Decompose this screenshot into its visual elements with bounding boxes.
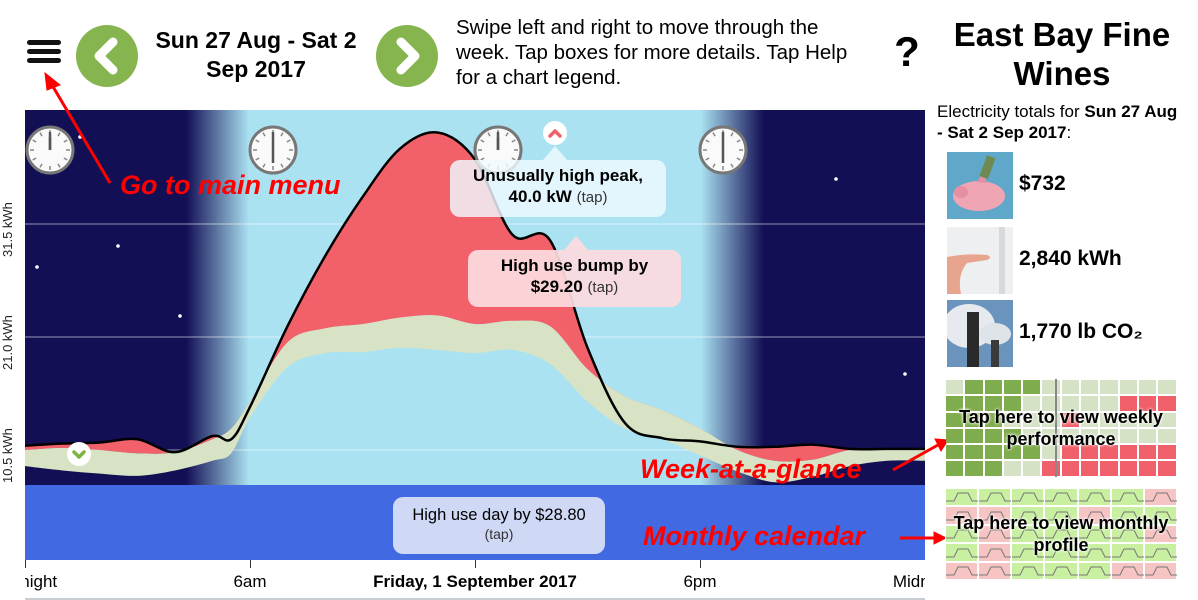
- x-tick: [700, 560, 701, 568]
- stat-cost: $732: [947, 152, 1187, 219]
- clock-icon: [25, 125, 75, 175]
- x-tick: [25, 560, 26, 568]
- x-tick: [250, 560, 251, 568]
- clock-icon: [698, 125, 748, 175]
- day-label: Friday, 1 September 2017: [373, 572, 577, 591]
- x-tick-label: 6pm: [683, 572, 717, 591]
- tap-hint: (tap): [587, 279, 619, 296]
- annotation-main-menu: Go to main menu: [120, 170, 341, 200]
- y-tick-label: 21.0 kWh: [0, 315, 15, 370]
- week-panel-label: Tap here to view weekly performance: [959, 407, 1163, 449]
- peak-callout-title: Unusually high peak,: [472, 166, 644, 185]
- next-week-button[interactable]: [376, 25, 438, 87]
- chevron-up-icon: [548, 129, 562, 138]
- x-axis: Midnight 6am Friday, 1 September 2017 6pm Mi…: [25, 560, 925, 600]
- previous-week-button[interactable]: [76, 25, 138, 87]
- tap-hint: (tap): [576, 189, 608, 206]
- y-tick-label: 10.5 kWh: [0, 428, 15, 483]
- star: [116, 244, 120, 248]
- chevron-left-icon: [94, 37, 118, 75]
- business-name: East Bay Fine Wines: [953, 16, 1171, 92]
- x-tick-label: 6am: [233, 572, 267, 591]
- annotation-monthly-calendar: Monthly calendar: [643, 521, 866, 551]
- low-usage-marker[interactable]: [67, 442, 91, 466]
- help-icon: ?: [894, 28, 920, 75]
- clock-icon: [248, 125, 298, 175]
- tap-hint: (tap): [484, 526, 514, 542]
- totals-prefix: Electricity totals for: [937, 102, 1085, 121]
- smokestack-image: [947, 300, 1013, 367]
- help-button[interactable]: ?: [890, 28, 924, 78]
- star: [903, 372, 907, 376]
- bump-value: $29.20: [530, 277, 583, 296]
- y-tick-label: 31.5 kWh: [0, 202, 15, 257]
- chevron-right-icon: [396, 37, 420, 75]
- star: [78, 135, 82, 139]
- bump-callout[interactable]: High use bump by $29.20 (tap): [468, 250, 681, 307]
- day-callout-title: High use day by $28.80: [412, 506, 586, 524]
- star: [35, 265, 39, 269]
- bump-callout-title: High use bump by: [500, 256, 649, 275]
- monthly-calendar-panel[interactable]: Tap here to view monthly profile: [945, 488, 1177, 580]
- peak-marker[interactable]: [543, 121, 567, 145]
- month-panel-label: Tap here to view monthly profile: [953, 513, 1169, 555]
- hamburger-menu-icon: [27, 40, 61, 63]
- date-range-title: Sun 27 Aug - Sat 2 Sep 2017: [155, 27, 357, 82]
- energy-dashboard: Sun 27 Aug - Sat 2 Sep 2017 Swipe left a…: [0, 0, 1198, 600]
- chevron-down-icon: [72, 450, 86, 459]
- peak-callout[interactable]: Unusually high peak, 40.0 kW (tap): [450, 160, 666, 217]
- instructions-text: Swipe left and right to move through the…: [456, 16, 848, 89]
- star: [178, 314, 182, 318]
- energy-value: 2,840 kWh: [1019, 247, 1122, 270]
- co2-value: 1,770 lb CO₂: [1019, 320, 1143, 343]
- x-tick-label: Midnight: [892, 572, 925, 591]
- stat-co2: 1,770 lb CO₂: [947, 300, 1187, 367]
- main-menu-button[interactable]: [27, 40, 61, 70]
- star: [834, 177, 838, 181]
- bump-callout-pointer: [564, 236, 588, 250]
- totals-suffix: :: [1066, 123, 1072, 142]
- peak-value: 40.0 kW: [508, 187, 572, 206]
- totals-label: Electricity totals for Sun 27 Aug - Sat …: [937, 101, 1187, 143]
- cost-value: $732: [1019, 172, 1066, 195]
- light-switch-image: [947, 227, 1013, 294]
- x-tick-label: Midnight: [25, 572, 58, 591]
- annotation-week-at-a-glance: Week-at-a-glance: [640, 454, 862, 484]
- week-at-a-glance-panel[interactable]: Tap here to view weekly performance: [945, 379, 1177, 477]
- arrowhead: [44, 71, 61, 91]
- peak-callout-pointer: [543, 146, 567, 160]
- x-tick: [475, 560, 476, 568]
- piggy-bank-image: [947, 152, 1013, 219]
- day-callout[interactable]: High use day by $28.80 (tap): [393, 497, 605, 554]
- stat-energy: 2,840 kWh: [947, 227, 1187, 294]
